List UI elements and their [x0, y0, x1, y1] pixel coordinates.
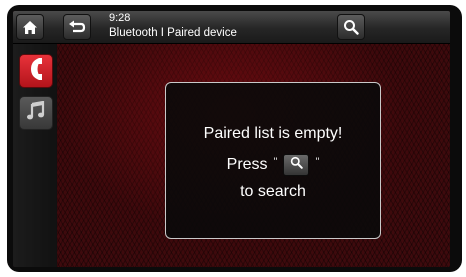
search-icon — [290, 155, 303, 175]
empty-list-dialog: Paired list is empty! Press " " to searc… — [165, 82, 381, 239]
quote-close: " — [315, 156, 320, 168]
inline-search-button — [283, 154, 310, 176]
sidebar — [13, 44, 57, 267]
music-note-icon — [26, 100, 46, 126]
phone-icon — [28, 57, 44, 86]
breadcrumb: Bluetooth I Paired device — [109, 27, 237, 39]
search-icon — [343, 19, 359, 35]
sidebar-item-music[interactable] — [19, 96, 53, 130]
sidebar-item-phone[interactable] — [19, 54, 53, 88]
clock: 9:28 — [109, 12, 131, 24]
dialog-message: Paired list is empty! — [203, 125, 343, 142]
press-text: Press — [226, 156, 268, 173]
home-icon — [22, 20, 38, 35]
back-arrow-icon — [68, 20, 86, 34]
head-unit-screen: 9:28 Bluetooth I Paired device Paired li… — [13, 11, 450, 267]
quote-open: " — [273, 156, 278, 168]
dialog-press-line: Press " " — [166, 154, 380, 176]
back-button[interactable] — [63, 14, 91, 40]
home-button[interactable] — [16, 14, 44, 40]
dialog-instruction: to search — [240, 183, 306, 200]
top-bar: 9:28 Bluetooth I Paired device — [13, 11, 450, 44]
search-button[interactable] — [337, 14, 365, 40]
